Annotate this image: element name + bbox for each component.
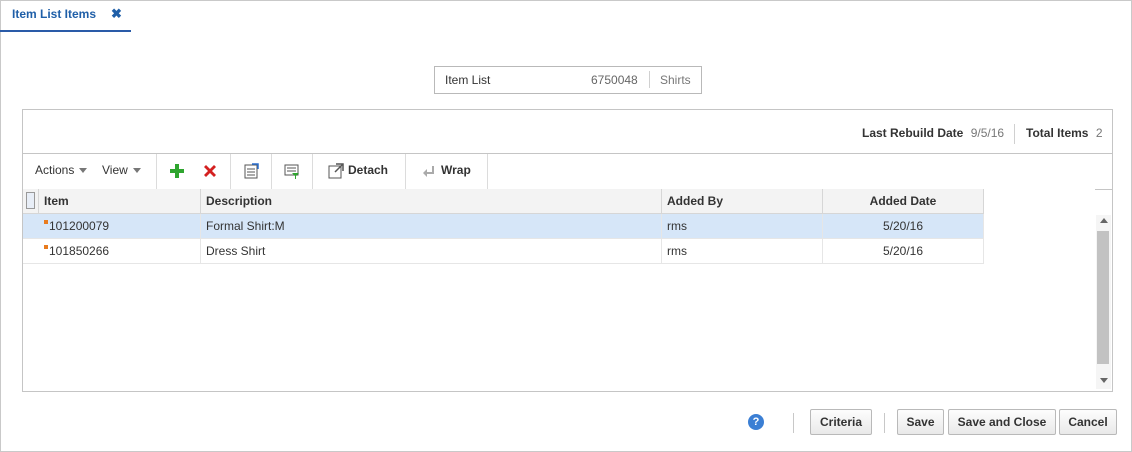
divider	[884, 413, 885, 433]
divider	[1014, 124, 1015, 144]
item-list-info: Item List 6750048 Shirts	[434, 66, 702, 94]
divider	[271, 154, 272, 189]
column-header-item[interactable]: Item	[39, 189, 201, 213]
table-row[interactable]: 101850266 Dress Shirt rms 5/20/16	[23, 239, 984, 264]
detach-label: Detach	[348, 163, 389, 178]
added-date-cell: 5/20/16	[823, 239, 984, 263]
help-icon[interactable]: ?	[748, 414, 764, 430]
divider	[405, 154, 406, 189]
column-header-added-by[interactable]: Added By	[662, 189, 823, 213]
divider	[649, 71, 650, 88]
table-row[interactable]: 101200079 Formal Shirt:M rms 5/20/16	[23, 214, 984, 239]
item-value: 101200079	[49, 219, 110, 233]
flag-icon	[44, 245, 48, 249]
last-rebuild-value: 9/5/16	[970, 126, 1005, 140]
scroll-down-icon[interactable]	[1100, 378, 1108, 383]
wrap-icon	[423, 166, 434, 177]
actions-menu[interactable]: Actions	[35, 163, 88, 177]
added-by-cell: rms	[662, 239, 823, 263]
divider	[312, 154, 313, 189]
last-rebuild-date: Last Rebuild Date 9/5/16	[862, 126, 1004, 144]
view-menu[interactable]: View	[102, 163, 141, 177]
divider	[156, 154, 157, 189]
divider	[230, 154, 231, 189]
toolbar: Actions View Detach Wrap	[23, 153, 1112, 190]
delete-icon	[204, 165, 216, 177]
actions-label: Actions	[35, 163, 75, 177]
detach-icon	[328, 163, 344, 179]
vertical-scrollbar[interactable]	[1096, 215, 1111, 389]
wrap-label: Wrap	[441, 163, 471, 178]
save-button[interactable]: Save	[897, 409, 944, 435]
items-table: Item Description Added By Added Date 101…	[23, 189, 1095, 390]
save-and-close-button[interactable]: Save and Close	[948, 409, 1056, 435]
close-icon[interactable]: ✖	[111, 6, 122, 22]
description-cell: Formal Shirt:M	[201, 214, 662, 238]
flag-icon	[44, 220, 48, 224]
export-button[interactable]	[243, 163, 259, 179]
chevron-down-icon	[132, 168, 141, 174]
detach-button[interactable]: Detach	[328, 163, 388, 179]
table-header: Item Description Added By Added Date	[23, 189, 984, 214]
divider	[487, 154, 488, 189]
column-header-description[interactable]: Description	[201, 189, 662, 213]
wrap-button[interactable]: Wrap	[421, 163, 471, 179]
query-by-example-button[interactable]	[284, 163, 300, 179]
tab-item-list-items[interactable]: Item List Items ✖	[0, 0, 131, 32]
total-items: Total Items 2	[1026, 126, 1103, 144]
row-selector-icon	[26, 192, 35, 209]
total-items-label: Total Items	[1026, 126, 1089, 140]
item-value: 101850266	[49, 244, 110, 258]
divider	[793, 413, 794, 433]
plus-icon	[170, 164, 184, 178]
add-button[interactable]	[169, 163, 185, 179]
item-list-name: Shirts	[660, 73, 691, 87]
chevron-down-icon	[79, 168, 88, 174]
view-label: View	[102, 163, 128, 177]
item-cell: 101200079	[39, 214, 201, 238]
total-items-value: 2	[1095, 126, 1103, 140]
description-cell: Dress Shirt	[201, 239, 662, 263]
cancel-button[interactable]: Cancel	[1059, 409, 1117, 435]
last-rebuild-label: Last Rebuild Date	[862, 126, 964, 140]
item-list-label: Item List	[445, 73, 491, 87]
delete-button[interactable]	[202, 163, 218, 179]
criteria-button[interactable]: Criteria	[810, 409, 872, 435]
filter-icon	[284, 164, 299, 179]
export-icon	[244, 163, 259, 179]
scroll-up-icon[interactable]	[1100, 218, 1108, 223]
column-header-added-date[interactable]: Added Date	[823, 189, 984, 213]
select-all-cell[interactable]	[23, 189, 39, 213]
added-by-cell: rms	[662, 214, 823, 238]
scroll-thumb[interactable]	[1097, 231, 1109, 364]
items-panel: Last Rebuild Date 9/5/16 Total Items 2 A…	[22, 109, 1113, 392]
added-date-cell: 5/20/16	[823, 214, 984, 238]
tab-label: Item List Items	[12, 7, 97, 21]
item-cell: 101850266	[39, 239, 201, 263]
item-list-id: 6750048	[591, 73, 638, 87]
